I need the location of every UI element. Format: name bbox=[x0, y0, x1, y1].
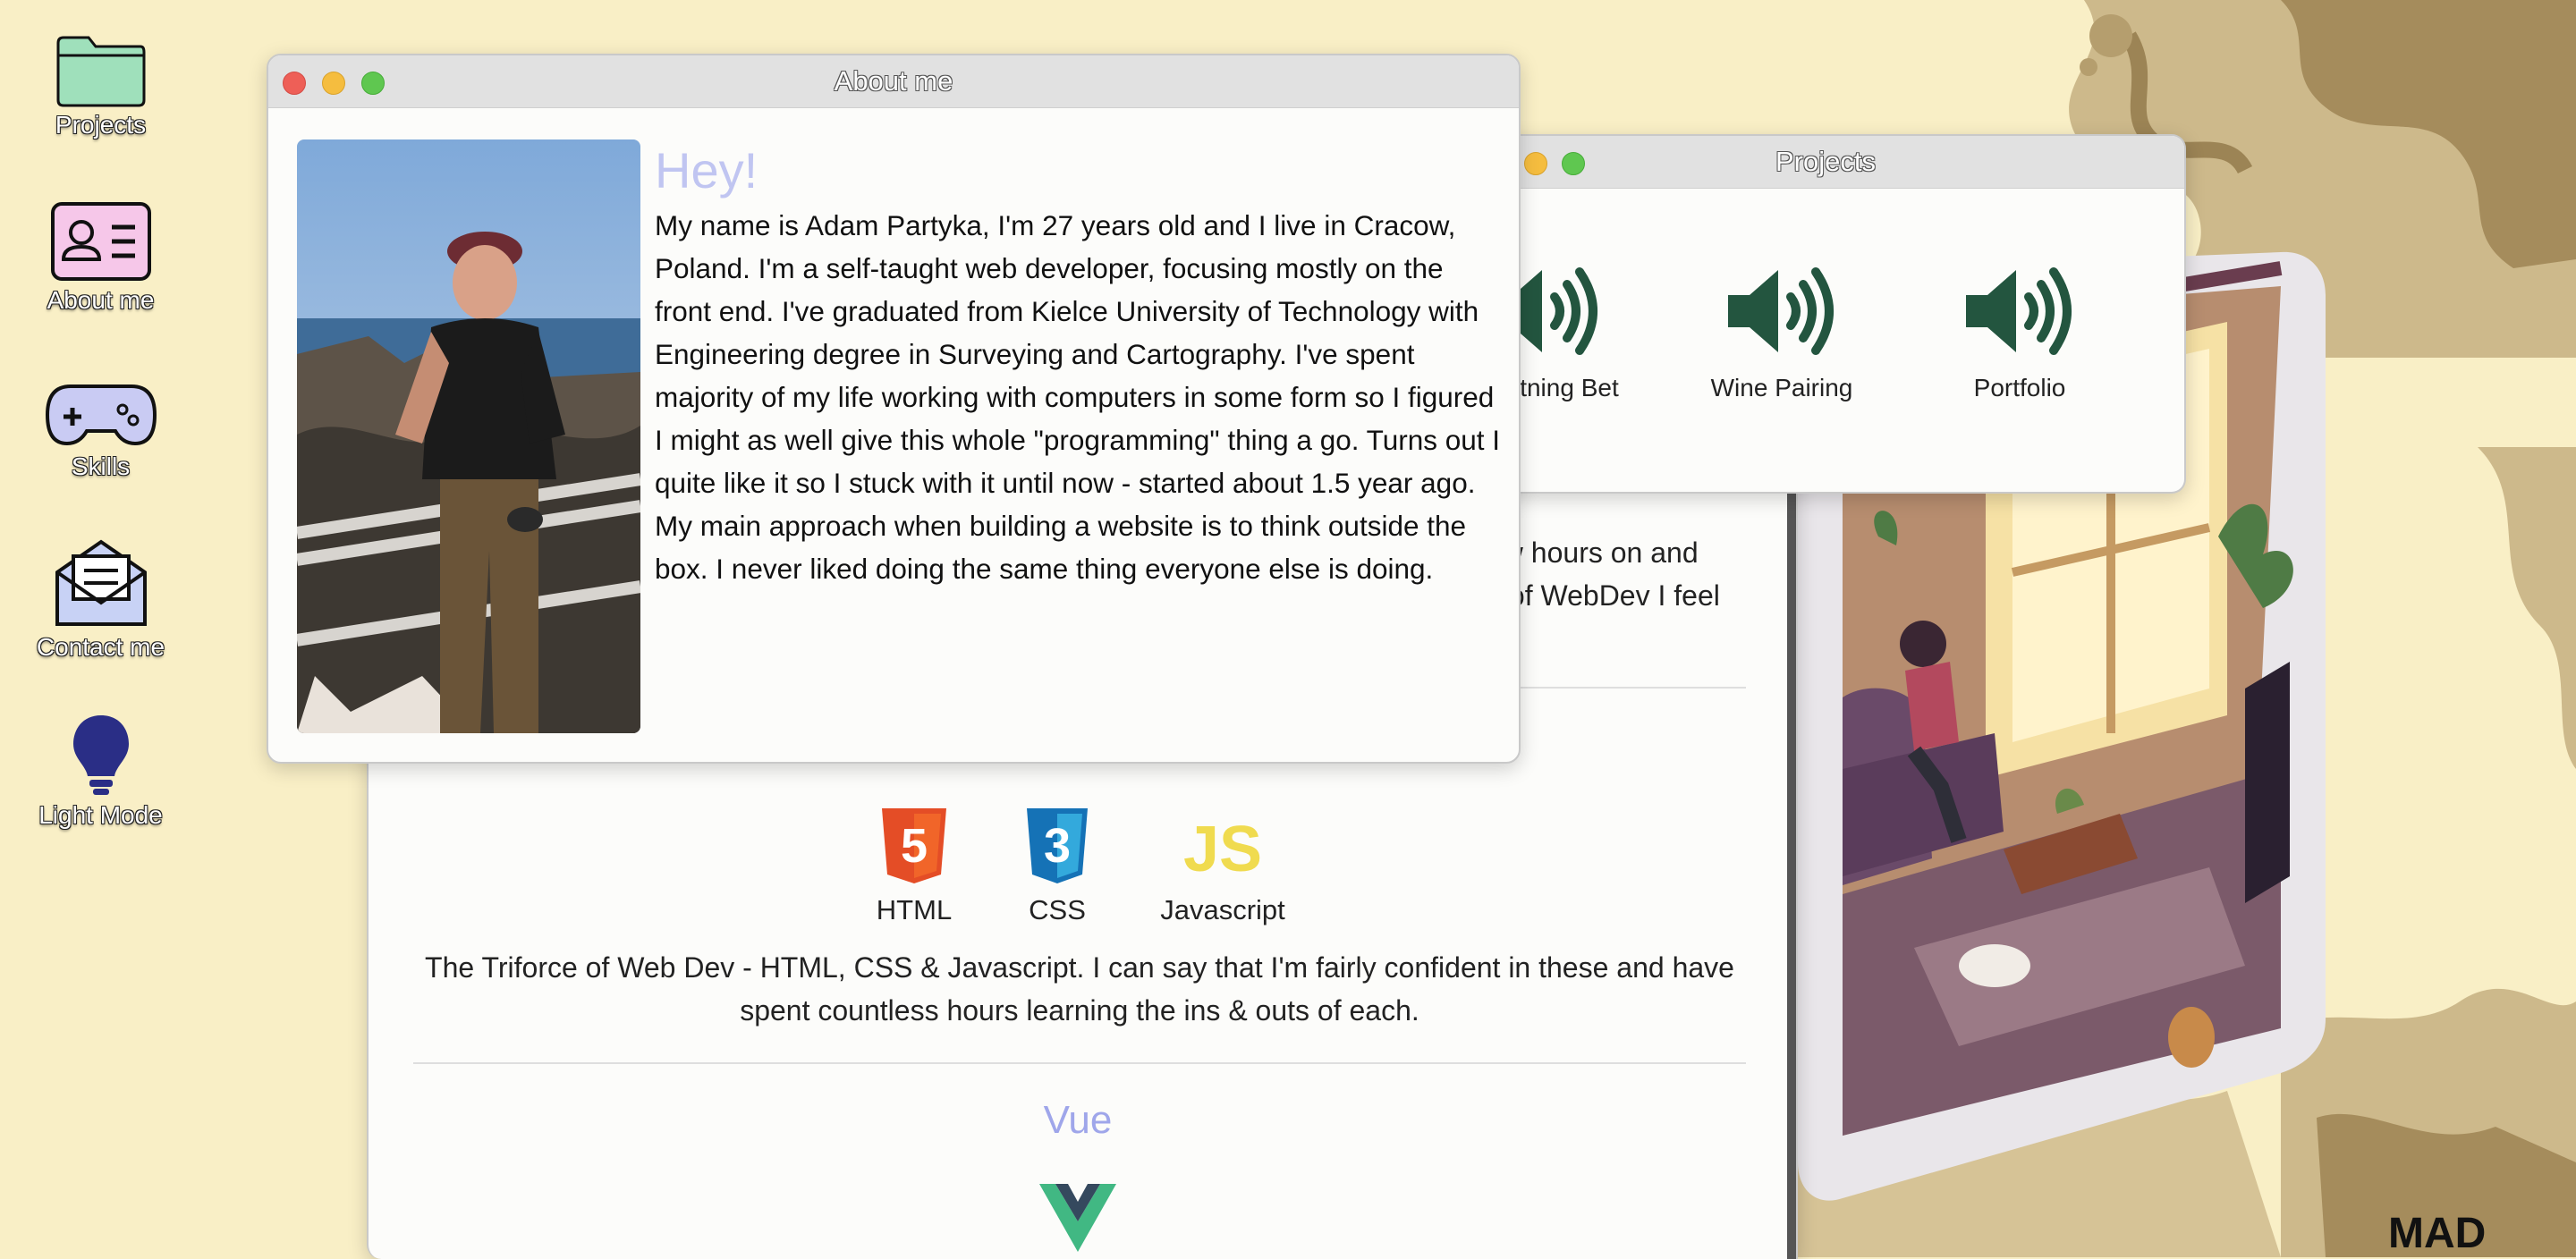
projects-titlebar[interactable]: Projects bbox=[1467, 136, 2184, 189]
about-bio: My name is Adam Partyka, I'm 27 years ol… bbox=[655, 209, 1501, 585]
skill-label-css: CSS bbox=[1029, 894, 1086, 925]
profile-photo bbox=[297, 139, 640, 733]
desktop-icon-projects[interactable]: Projects bbox=[18, 34, 183, 139]
project-item-wine-pairing[interactable]: Wine Pairing bbox=[1674, 261, 1889, 402]
desktop-icon-label: Contact me bbox=[36, 633, 165, 661]
skills-divider bbox=[413, 1062, 1746, 1064]
speaker-icon bbox=[1728, 267, 1834, 355]
skills-scrollbar[interactable] bbox=[1787, 386, 1796, 1259]
about-heading: Hey! bbox=[655, 142, 758, 199]
projects-window[interactable]: Projects Lightning Bet Wine Pairing Port… bbox=[1467, 134, 2186, 494]
skill-label-javascript: Javascript bbox=[1160, 894, 1285, 925]
about-me-titlebar[interactable]: About me bbox=[268, 55, 1519, 108]
gamepad-icon bbox=[45, 384, 157, 446]
lightbulb-icon bbox=[72, 715, 129, 795]
about-me-window[interactable]: About me Hey! My name is Adam Partyka, I… bbox=[267, 54, 1521, 764]
web-skills-description: The Triforce of Web Dev - HTML, CSS & Ja… bbox=[425, 951, 1734, 1027]
css3-glyph: 3 bbox=[1044, 819, 1071, 873]
project-item-portfolio[interactable]: Portfolio bbox=[1912, 261, 2127, 402]
signature-text: MAD bbox=[2388, 1210, 2486, 1257]
desktop-icon-about-me[interactable]: About me bbox=[18, 200, 183, 315]
desktop-icon-skills[interactable]: Skills bbox=[18, 381, 183, 481]
desktop-icon-label: Light Mode bbox=[38, 801, 163, 829]
window-title: Projects bbox=[1775, 146, 1876, 177]
vue-icon bbox=[1039, 1184, 1116, 1252]
skills-partial-text-line: s of WebDev I feel bbox=[1487, 579, 1720, 612]
desktop-icon-contact-me[interactable]: Contact me bbox=[18, 537, 183, 662]
vue-heading: Vue bbox=[1043, 1098, 1113, 1142]
javascript-glyph: JS bbox=[1183, 814, 1262, 883]
project-label: Portfolio bbox=[1973, 374, 2066, 401]
html5-icon: 5 bbox=[882, 808, 946, 883]
profile-card-icon bbox=[50, 202, 151, 281]
speaker-icon bbox=[1966, 267, 2072, 355]
css3-icon: 3 bbox=[1027, 808, 1088, 883]
folder-icon bbox=[56, 36, 145, 107]
desktop-icon-label: About me bbox=[47, 286, 155, 314]
project-label: Wine Pairing bbox=[1710, 374, 1853, 401]
window-title: About me bbox=[834, 65, 953, 97]
mail-icon bbox=[55, 539, 147, 626]
desktop-icon-label: Projects bbox=[55, 111, 147, 139]
desktop-icon-light-mode[interactable]: Light Mode bbox=[18, 712, 183, 830]
desktop-icon-label: Skills bbox=[71, 452, 131, 480]
javascript-icon: JS bbox=[1183, 814, 1262, 883]
skill-label-html: HTML bbox=[876, 894, 953, 925]
html5-glyph: 5 bbox=[901, 819, 928, 873]
